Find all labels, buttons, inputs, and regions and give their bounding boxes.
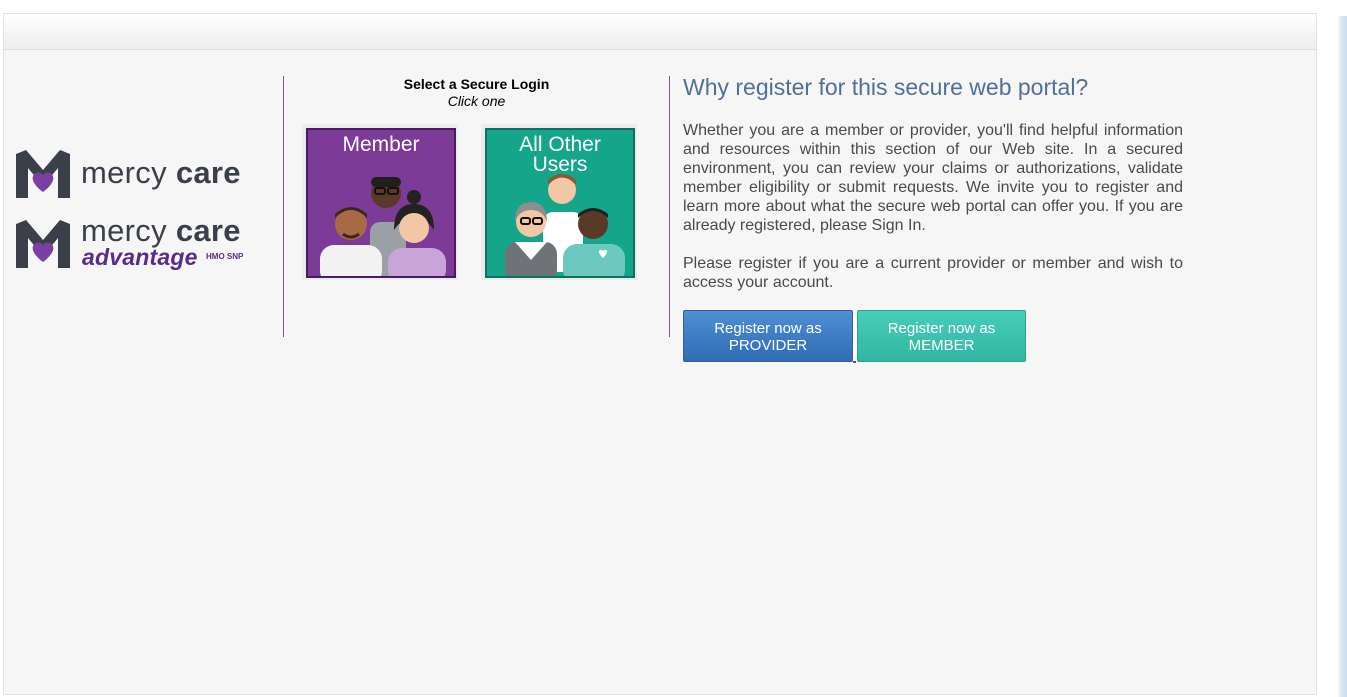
mercy-care-advantage-logo: mercy care advantage HMO SNP (16, 213, 256, 272)
other-users-people-illustration (505, 174, 625, 276)
secure-login-subtitle: Click one (447, 93, 506, 109)
why-register-paragraph-1: Whether you are a member or provider, yo… (683, 122, 1183, 234)
register-member-line2: MEMBER (908, 337, 975, 354)
register-member-line1: Register now as (887, 320, 996, 337)
register-provider-button[interactable]: Register now as PROVIDER (683, 310, 853, 362)
button-gap-tick (853, 361, 856, 363)
register-provider-line1: Register now as (714, 320, 822, 337)
why-register-paragraph-2: Please register if you are a current pro… (683, 255, 1183, 291)
secure-login-header: Select a Secure Login Click one (284, 76, 669, 109)
mercy-care-logo: mercy care (16, 150, 256, 200)
register-member-button[interactable]: Register now as MEMBER (857, 310, 1026, 362)
register-provider-line2: PROVIDER (728, 337, 808, 354)
page-scrollbar[interactable] (1335, 0, 1347, 697)
divider-right (669, 76, 670, 337)
why-register-title: Why register for this secure web portal? (683, 74, 1089, 100)
divider-left (283, 76, 284, 337)
advantage-wordmark: advantage (82, 244, 198, 270)
portal-frame (3, 13, 1317, 695)
mercy-care-advantage-m-icon (16, 220, 70, 268)
hmo-snp-label: HMO SNP (206, 252, 244, 261)
member-people-illustration (320, 177, 446, 276)
other-users-login-tile[interactable]: All Other Users (481, 124, 637, 280)
secure-login-title: Select a Secure Login (403, 76, 550, 92)
mercy-care-m-icon (16, 150, 70, 198)
mercy-care-wordmark: mercy care (81, 155, 241, 190)
member-login-tile[interactable]: Member (302, 124, 458, 280)
top-bar (4, 14, 1316, 50)
